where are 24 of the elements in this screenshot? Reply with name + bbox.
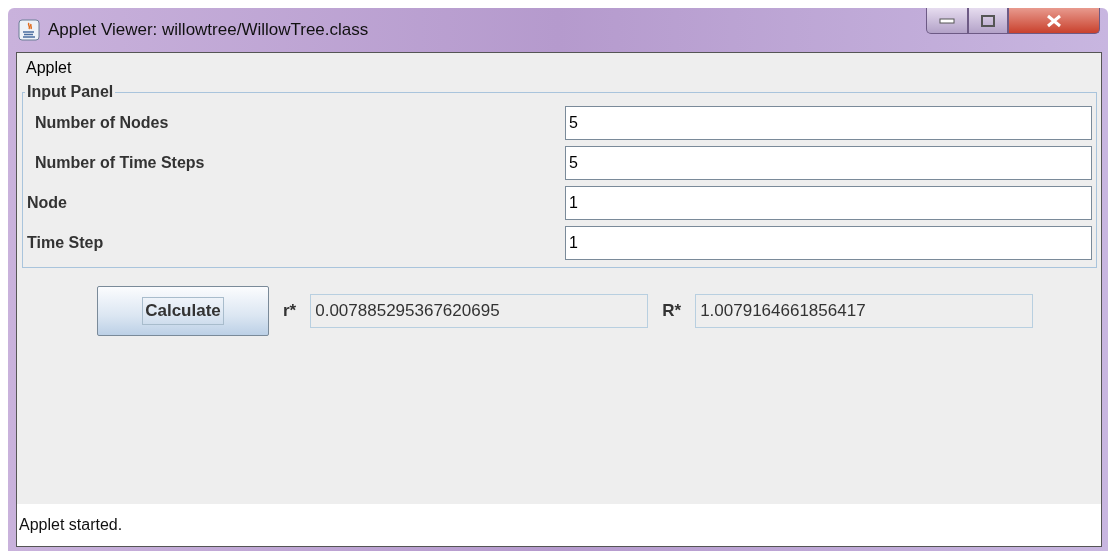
input-field[interactable]: 5 bbox=[565, 106, 1092, 140]
panel-title: Input Panel bbox=[26, 83, 115, 101]
field-label: Number of Time Steps bbox=[34, 154, 206, 172]
minimize-icon bbox=[939, 17, 955, 24]
input-field[interactable]: 1 bbox=[565, 186, 1092, 220]
java-cup-icon bbox=[18, 19, 40, 41]
close-button[interactable] bbox=[1008, 8, 1100, 34]
input-field[interactable]: 5 bbox=[565, 146, 1092, 180]
window-title: Applet Viewer: willowtree/WillowTree.class bbox=[48, 20, 370, 40]
field-label: Time Step bbox=[27, 234, 105, 252]
menu-item[interactable]: Applet bbox=[23, 59, 75, 77]
output-label: R* bbox=[662, 301, 682, 321]
status-bar: Applet started. bbox=[17, 504, 1101, 546]
output-label: r* bbox=[283, 301, 297, 321]
field-label: Number of Nodes bbox=[34, 114, 170, 132]
maximize-icon bbox=[981, 14, 995, 27]
calculate-button[interactable]: Calculate bbox=[97, 286, 269, 336]
input-field[interactable]: 1 bbox=[565, 226, 1092, 260]
maximize-button[interactable] bbox=[968, 8, 1008, 34]
output-field: 1.0079164661856417 bbox=[695, 294, 1034, 328]
field-label: Node bbox=[27, 194, 68, 212]
output-field: 0.007885295367620695 bbox=[310, 294, 649, 328]
close-icon bbox=[1046, 13, 1062, 28]
minimize-button[interactable] bbox=[926, 8, 968, 34]
